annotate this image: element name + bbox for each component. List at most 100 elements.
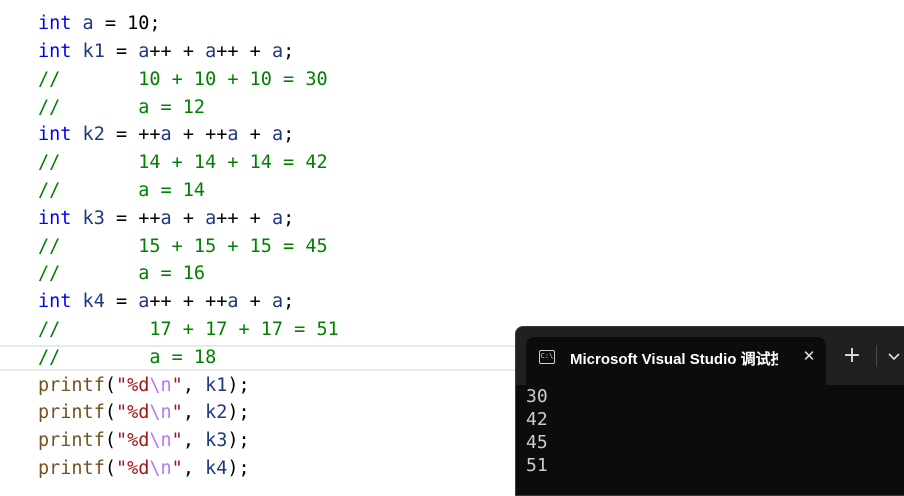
string-literal: " (171, 458, 183, 479)
tab-title: Microsoft Visual Studio 调试控 (570, 351, 778, 368)
code-line[interactable]: int k3 = ++a + a++ + a; (38, 205, 294, 233)
code-line[interactable]: int a = 10; (38, 10, 161, 38)
function-name: printf (38, 375, 105, 396)
console-icon: C:\ (539, 350, 555, 364)
comment-marker: // (38, 152, 61, 173)
code-text: ); (227, 430, 250, 451)
identifier: a (271, 208, 284, 229)
code-text: ; (283, 124, 295, 145)
comment-marker: // (38, 97, 61, 118)
identifier: a (160, 124, 172, 145)
code-text: + (238, 124, 272, 145)
code-text: ( (104, 402, 116, 423)
escape-sequence: \n (149, 375, 172, 396)
code-text: ; (283, 41, 295, 62)
keyword: int (38, 124, 72, 145)
identifier: a (205, 41, 217, 62)
string-literal: " (171, 402, 183, 423)
output-line: 42 (526, 409, 548, 430)
identifier: a (271, 124, 284, 145)
code-line[interactable]: int k1 = a++ + a++ + a; (38, 38, 294, 66)
identifier: k1 (71, 41, 105, 62)
escape-sequence: \n (149, 458, 172, 479)
identifier: a (138, 291, 150, 312)
comment-line[interactable]: // 17 + 17 + 17 = 51 (38, 316, 339, 344)
code-text: , (182, 402, 206, 423)
comment-text: 10 + 10 + 10 = 30 (60, 69, 328, 90)
terminal-tab[interactable]: C:\ Microsoft Visual Studio 调试控 ✕ (526, 337, 826, 385)
code-line[interactable]: int k2 = ++a + ++a + a; (38, 121, 294, 149)
comment-text: a = 12 (60, 97, 206, 118)
code-line[interactable]: printf("%d\n", k4); (38, 455, 250, 483)
output-line: 45 (526, 432, 548, 453)
code-text: = ++ (104, 124, 161, 145)
debug-console-window[interactable]: C:\ Microsoft Visual Studio 调试控 ✕ + 30 4… (515, 326, 904, 496)
identifier: a (160, 208, 172, 229)
identifier: a (71, 13, 94, 34)
comment-text: a = 16 (60, 263, 206, 284)
chevron-down-icon[interactable] (882, 344, 904, 368)
comment-marker: // (38, 236, 61, 257)
comment-text: 15 + 15 + 15 = 45 (60, 236, 328, 257)
comment-marker: // (38, 263, 61, 284)
code-text: ( (104, 430, 116, 451)
code-text: ); (227, 375, 250, 396)
terminal-tab-bar: C:\ Microsoft Visual Studio 调试控 ✕ + (516, 327, 904, 385)
code-text: = (104, 41, 139, 62)
comment-line[interactable]: // a = 14 (38, 177, 205, 205)
code-line[interactable]: printf("%d\n", k1); (38, 372, 250, 400)
code-line[interactable]: int k4 = a++ + ++a + a; (38, 288, 294, 316)
code-text: , (182, 458, 206, 479)
code-text: ++ + (216, 208, 272, 229)
identifier: a (205, 208, 217, 229)
identifier: a (271, 291, 284, 312)
close-icon[interactable]: ✕ (798, 345, 820, 367)
code-text: = ++ (104, 208, 161, 229)
comment-text: 17 + 17 + 17 = 51 (60, 319, 339, 340)
code-text: , (182, 430, 206, 451)
code-line[interactable]: printf("%d\n", k3); (38, 427, 250, 455)
keyword: int (38, 41, 72, 62)
code-text: + (238, 291, 272, 312)
comment-line[interactable]: // a = 12 (38, 94, 205, 122)
function-name: printf (38, 458, 105, 479)
string-literal: " (171, 375, 183, 396)
code-text: , (182, 375, 206, 396)
code-text: ++ + (216, 41, 272, 62)
string-literal: "%d (115, 430, 150, 451)
keyword: int (38, 291, 72, 312)
comment-line[interactable]: // 10 + 10 + 10 = 30 (38, 66, 328, 94)
comment-marker: // (38, 319, 61, 340)
divider (876, 345, 877, 367)
string-literal: "%d (115, 375, 150, 396)
comment-line[interactable]: // a = 18 (38, 344, 216, 372)
comment-line[interactable]: // a = 16 (38, 260, 205, 288)
identifier: a (227, 291, 239, 312)
identifier: k4 (71, 291, 105, 312)
comment-text: a = 18 (60, 347, 217, 368)
identifier: k2 (205, 402, 228, 423)
new-tab-button[interactable]: + (840, 344, 864, 368)
escape-sequence: \n (149, 430, 172, 451)
code-text: ++ + ++ (149, 291, 228, 312)
identifier: a (138, 41, 150, 62)
function-name: printf (38, 430, 105, 451)
comment-text: 14 + 14 + 14 = 42 (60, 152, 328, 173)
comment-marker: // (38, 180, 61, 201)
identifier: k1 (205, 375, 228, 396)
comment-marker: // (38, 347, 61, 368)
string-literal: "%d (115, 458, 150, 479)
code-text: ( (104, 375, 116, 396)
output-line: 30 (526, 386, 548, 407)
comment-line[interactable]: // 15 + 15 + 15 = 45 (38, 233, 328, 261)
escape-sequence: \n (149, 402, 172, 423)
comment-line[interactable]: // 14 + 14 + 14 = 42 (38, 149, 328, 177)
code-text: ; (283, 208, 295, 229)
identifier: a (227, 124, 239, 145)
code-text: = (104, 291, 139, 312)
code-text: ); (227, 402, 250, 423)
identifier: k4 (205, 458, 228, 479)
code-text: ); (227, 458, 250, 479)
identifier: a (271, 41, 284, 62)
code-line[interactable]: printf("%d\n", k2); (38, 399, 250, 427)
